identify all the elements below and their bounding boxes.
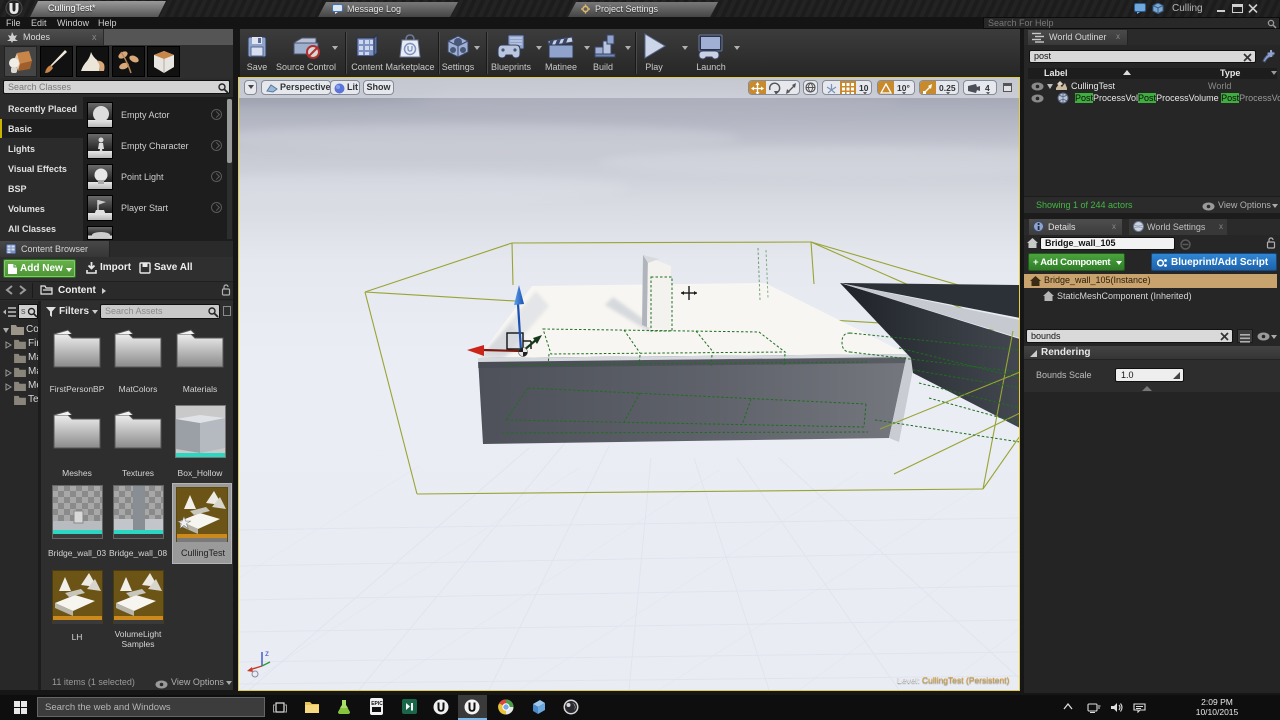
svg-text:z: z bbox=[265, 649, 269, 658]
svg-text:EPIC: EPIC bbox=[371, 701, 383, 707]
